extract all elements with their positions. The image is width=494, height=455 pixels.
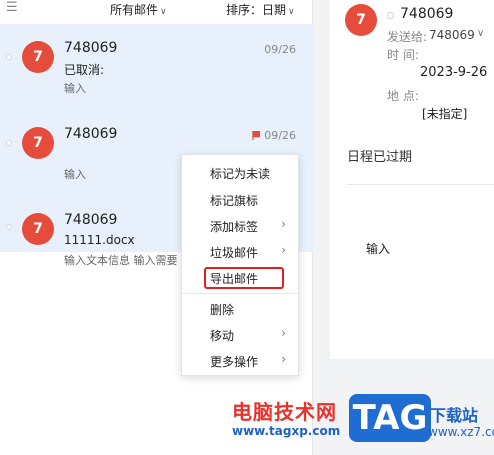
chevron-down-icon: ∨ bbox=[288, 7, 295, 17]
context-menu: 标记为未读 标记旗标 添加标签 › 垃圾邮件 › 导出邮件 删除 移动 › 更多… bbox=[181, 154, 299, 376]
mail-sender: 748069 bbox=[64, 40, 118, 56]
menu-item-add-tag[interactable]: 添加标签 bbox=[210, 218, 258, 235]
watermark-cn2: 下载站 bbox=[430, 406, 479, 425]
mail-preview: 输入文本信息 输入需要 bbox=[64, 254, 178, 267]
watermark-url: www.tagxp.com bbox=[232, 424, 341, 438]
sort-label: 排序：日期 bbox=[226, 3, 287, 17]
detail-divider bbox=[347, 184, 494, 185]
time-value: 2023-9-26 bbox=[420, 65, 488, 80]
menu-divider bbox=[182, 293, 298, 294]
status-ring-icon bbox=[387, 12, 394, 19]
avatar: 7 bbox=[22, 127, 54, 159]
menu-toggle-icon[interactable]: ☰ bbox=[6, 0, 18, 15]
mail-detail-pane: 7 748069 发送给: 748069 ∨ 时 间: 2023-9-26 地 … bbox=[330, 0, 494, 359]
schedule-expired-text: 日程已过期 bbox=[347, 150, 413, 165]
place-label: 地 点: bbox=[387, 89, 419, 103]
mail-sender: 748069 bbox=[64, 126, 118, 142]
filter-dropdown[interactable]: 所有邮件 ∨ bbox=[110, 1, 167, 18]
menu-item-move[interactable]: 移动 bbox=[210, 327, 234, 344]
sent-to-value: 748069 bbox=[429, 28, 475, 42]
menu-item-mark-flag[interactable]: 标记旗标 bbox=[210, 192, 258, 209]
mail-subject: 已取消: bbox=[64, 63, 105, 77]
sort-dropdown[interactable]: 排序：日期 ∨ bbox=[226, 1, 295, 18]
chevron-down-icon[interactable]: ∨ bbox=[477, 28, 484, 39]
mail-item[interactable]: 7 748069 09/26 已取消: 输入 bbox=[0, 24, 313, 110]
mail-preview: 输入 bbox=[64, 168, 86, 181]
list-toolbar: ☰ 所有邮件 ∨ 排序：日期 ∨ bbox=[0, 0, 313, 20]
unread-dot-icon[interactable] bbox=[6, 54, 12, 60]
watermark: 电脑技术网 www.tagxp.com TAG 下载站 www.xz7.com bbox=[232, 394, 494, 452]
watermark-cn: 电脑技术网 bbox=[232, 400, 337, 424]
sent-to-label: 发送给: bbox=[387, 30, 428, 44]
detail-sender: 748069 bbox=[400, 6, 454, 22]
menu-item-spam[interactable]: 垃圾邮件 bbox=[210, 244, 258, 261]
unread-dot-icon[interactable] bbox=[6, 224, 12, 230]
mail-date: 09/26 bbox=[264, 43, 296, 56]
chevron-right-icon: › bbox=[281, 352, 286, 366]
chevron-right-icon: › bbox=[281, 243, 286, 257]
filter-label: 所有邮件 bbox=[110, 3, 159, 17]
mail-subject: 11111.docx bbox=[64, 233, 135, 247]
menu-item-mark-unread[interactable]: 标记为未读 bbox=[210, 165, 270, 182]
avatar: 7 bbox=[22, 41, 54, 73]
chevron-down-icon: ∨ bbox=[160, 7, 167, 17]
mail-preview: 输入 bbox=[64, 82, 86, 95]
place-value: [未指定] bbox=[422, 107, 468, 121]
export-highlight-box bbox=[204, 267, 284, 289]
mail-date: 09/26 bbox=[264, 129, 296, 142]
menu-item-more-actions[interactable]: 更多操作 bbox=[210, 353, 258, 370]
menu-item-delete[interactable]: 删除 bbox=[210, 301, 234, 318]
time-label: 时 间: bbox=[387, 48, 419, 62]
mail-sender: 748069 bbox=[64, 212, 118, 228]
chevron-right-icon: › bbox=[281, 326, 286, 340]
unread-dot-icon[interactable] bbox=[6, 140, 12, 146]
red-flag-icon[interactable] bbox=[252, 131, 261, 140]
chevron-right-icon: › bbox=[281, 217, 286, 231]
detail-body: 输入 bbox=[366, 242, 391, 256]
avatar: 7 bbox=[345, 4, 377, 36]
watermark-tag-logo: TAG bbox=[349, 394, 431, 442]
avatar: 7 bbox=[22, 213, 54, 245]
watermark-url2: www.xz7.com bbox=[428, 425, 494, 439]
mail-date-wrap: 09/26 bbox=[252, 129, 296, 142]
